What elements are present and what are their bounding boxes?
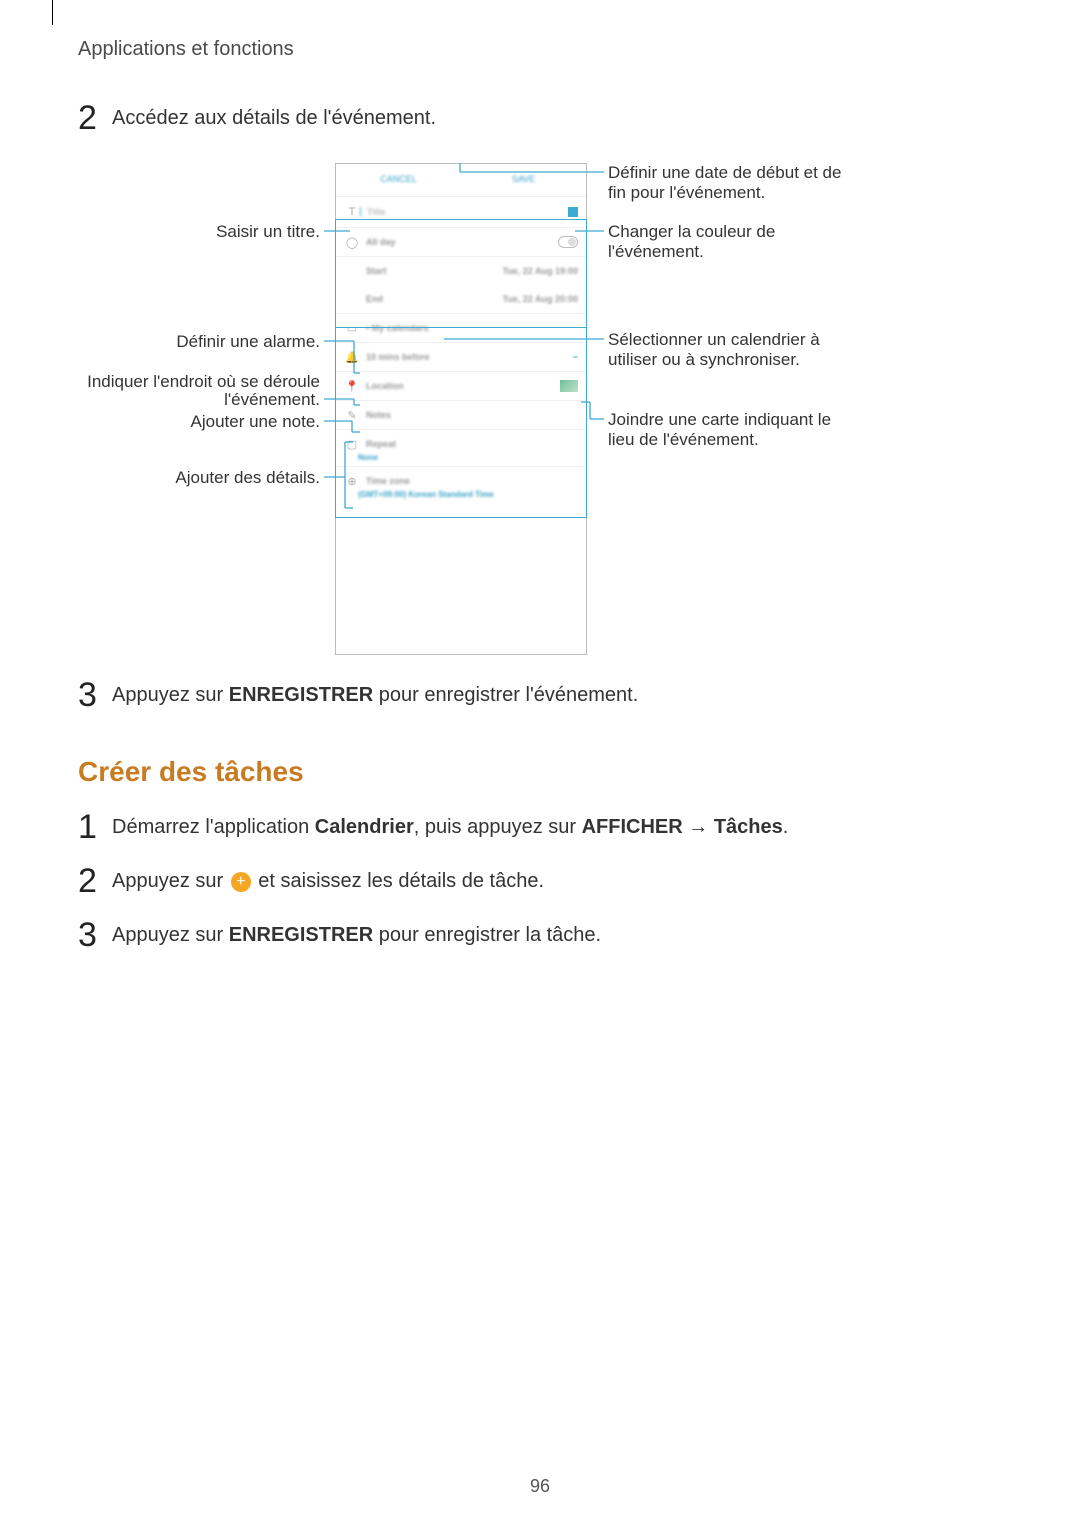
s1b-arrow: →: [683, 816, 714, 838]
plus-icon: +: [231, 872, 251, 892]
callout-note: Ajouter une note.: [120, 412, 320, 432]
s2b-prefix: Appuyez sur: [112, 870, 229, 892]
mock-map-thumb: [560, 380, 578, 392]
mock-location-row: 📍 Location: [336, 372, 586, 401]
mock-color-dot: [568, 207, 578, 217]
callout-dates-l1: Définir une date de début et de: [608, 163, 928, 183]
mock-repeat: Repeat: [360, 439, 578, 449]
mock-repeat-sub: None: [336, 453, 586, 462]
callout-title: Saisir un titre.: [120, 222, 320, 242]
section-heading: Créer des tâches: [78, 756, 304, 788]
mock-title-placeholder: Title: [360, 207, 568, 217]
mock-reminder-row: 🔔 10 mins before −: [336, 343, 586, 372]
callout-cal-l2: utiliser ou à synchroniser.: [608, 350, 928, 370]
step-text-2a: Accédez aux détails de l'événement.: [112, 107, 436, 130]
s1b-b3: Tâches: [714, 816, 783, 838]
mock-start: Start: [360, 266, 502, 276]
mock-calendars-row: ▭ • My calendars: [336, 314, 586, 343]
s1b-prefix: Démarrez l'application: [112, 816, 315, 838]
step-text-1b: Démarrez l'application Calendrier, puis …: [112, 816, 788, 839]
step-number-2b: 2: [78, 862, 97, 901]
mock-toggle: [558, 236, 578, 248]
page-header: Applications et fonctions: [78, 38, 294, 61]
calendar-icon: ▭: [344, 322, 360, 335]
mock-timezone: Time zone: [360, 476, 578, 486]
callout-cal-l1: Sélectionner un calendrier à: [608, 330, 928, 350]
step-number-3b: 3: [78, 916, 97, 955]
text-icon: T: [344, 206, 360, 218]
mock-end-row: End Tue, 22 Aug 20:00: [336, 285, 586, 314]
mock-notes-row: ✎ Notes: [336, 401, 586, 430]
mock-start-val: Tue, 22 Aug 19:00: [502, 266, 578, 276]
mock-end-val: Tue, 22 Aug 20:00: [502, 294, 578, 304]
callout-details: Ajouter des détails.: [120, 468, 320, 488]
callout-dates-l2: fin pour l'événement.: [608, 183, 928, 203]
note-icon: ✎: [344, 409, 360, 422]
pin-icon: 📍: [344, 380, 360, 393]
s3b-bold: ENREGISTRER: [229, 924, 373, 946]
s3a-bold: ENREGISTRER: [229, 684, 373, 706]
s3b-suffix: pour enregistrer la tâche.: [373, 924, 601, 946]
page-number: 96: [0, 1476, 1080, 1497]
margin-line: [52, 0, 53, 25]
callout-alarm: Définir une alarme.: [120, 332, 320, 352]
mock-save: SAVE: [461, 164, 586, 196]
mock-cancel: CANCEL: [336, 164, 461, 196]
step-number-1b: 1: [78, 808, 97, 847]
callout-color-l1: Changer la couleur de: [608, 222, 928, 242]
callout-location-l2: l'événement.: [60, 390, 320, 410]
s1b-suffix: .: [783, 816, 789, 838]
repeat-icon: ▢: [344, 438, 360, 451]
s2b-suffix: et saisissez les détails de tâche.: [253, 870, 544, 892]
step-number-3a: 3: [78, 676, 97, 715]
s3a-prefix: Appuyez sur: [112, 684, 229, 706]
s1b-mid: , puis appuyez sur: [414, 816, 582, 838]
callout-map-l2: lieu de l'événement.: [608, 430, 928, 450]
mock-end: End: [360, 294, 502, 304]
s3a-suffix: pour enregistrer l'événement.: [373, 684, 638, 706]
mock-timezone-row: ⊕ Time zone: [336, 466, 586, 490]
mock-location: Location: [360, 381, 560, 391]
event-editor-mockup: CANCEL SAVE T Title ◯ All day Start Tue,…: [335, 163, 587, 655]
globe-icon: ⊕: [344, 475, 360, 488]
mock-timezone-sub: (GMT+09:00) Korean Standard Time: [336, 490, 586, 499]
step-number-2a: 2: [78, 99, 97, 138]
mock-start-row: Start Tue, 22 Aug 19:00: [336, 257, 586, 285]
s1b-b2: AFFICHER: [582, 816, 683, 838]
mock-allday-row: ◯ All day: [336, 228, 586, 257]
mock-allday: All day: [360, 237, 558, 247]
bell-icon: 🔔: [344, 351, 360, 364]
callout-color-l2: l'événement.: [608, 242, 928, 262]
step-text-3b: Appuyez sur ENREGISTRER pour enregistrer…: [112, 924, 601, 947]
step-text-2b: Appuyez sur + et saisissez les détails d…: [112, 870, 544, 893]
step-text-3a: Appuyez sur ENREGISTRER pour enregistrer…: [112, 684, 638, 707]
callout-map-l1: Joindre une carte indiquant le: [608, 410, 928, 430]
mock-title-row: T Title: [336, 197, 586, 228]
mock-calendars: • My calendars: [360, 323, 578, 333]
clock-icon: ◯: [344, 236, 360, 249]
s3b-prefix: Appuyez sur: [112, 924, 229, 946]
mock-reminder: 10 mins before: [360, 352, 573, 362]
callout-location-l1: Indiquer l'endroit où se déroule: [60, 372, 320, 392]
s1b-b1: Calendrier: [315, 816, 414, 838]
mock-repeat-row: ▢ Repeat: [336, 430, 586, 453]
mock-notes: Notes: [360, 410, 578, 420]
